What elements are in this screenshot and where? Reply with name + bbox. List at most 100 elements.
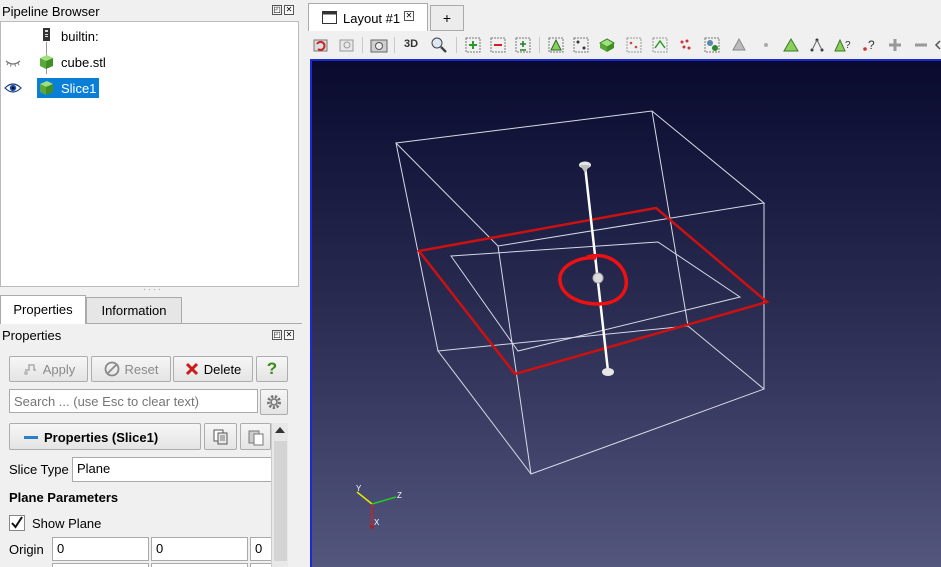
- paste-icon: [248, 430, 263, 445]
- find-points-icon[interactable]: ?: [860, 36, 878, 54]
- green-cube-icon: [40, 55, 53, 69]
- copy-properties-button[interactable]: [204, 423, 237, 450]
- help-button[interactable]: ?: [256, 356, 288, 382]
- delete-icon: [185, 362, 198, 376]
- pipeline-item-builtin[interactable]: builtin:: [1, 26, 300, 46]
- pipeline-item-label: builtin:: [61, 29, 99, 44]
- toolbar-separator: [456, 37, 457, 53]
- find-cells-icon[interactable]: ?: [833, 36, 851, 54]
- copy-icon: [213, 429, 227, 444]
- axis-tip: [370, 525, 374, 529]
- interactive-select-icon[interactable]: [676, 36, 694, 54]
- properties-scrollbar[interactable]: [271, 423, 288, 567]
- apply-label: Apply: [42, 361, 76, 377]
- reset-label: Reset: [124, 361, 159, 377]
- pipeline-item-cube-stl[interactable]: cube.stl: [1, 52, 300, 72]
- normal-handle-bottom[interactable]: [602, 368, 614, 376]
- hover-cells-icon[interactable]: [730, 36, 748, 54]
- 3d-toggle-button[interactable]: 3D: [404, 38, 418, 50]
- box-top-face: [394, 110, 766, 247]
- slice-type-value: Plane: [77, 461, 111, 476]
- plane-parameters-heading: Plane Parameters: [9, 490, 119, 505]
- orientation-axes: Y Z X: [356, 484, 402, 529]
- normal-z-field[interactable]: [250, 563, 271, 567]
- layout-tab-label: Layout #1: [343, 11, 401, 26]
- reset-icon: [104, 361, 119, 377]
- scroll-up-arrow-icon[interactable]: [275, 427, 285, 433]
- origin-x-field[interactable]: 0: [52, 537, 149, 561]
- normal-handle-cone-top: [580, 165, 590, 173]
- normal-x-field[interactable]: [52, 563, 149, 567]
- chevron-icon[interactable]: [934, 36, 941, 54]
- apply-button[interactable]: Apply: [9, 356, 88, 382]
- polygon-select-icon[interactable]: [625, 36, 643, 54]
- pick-icon[interactable]: [757, 36, 775, 54]
- grow-selection-icon[interactable]: [514, 36, 532, 54]
- origin-label: Origin: [9, 542, 44, 557]
- tab-information[interactable]: Information: [86, 297, 182, 324]
- slice-type-select[interactable]: Plane: [72, 457, 271, 482]
- eye-closed-icon[interactable]: [4, 55, 22, 69]
- advanced-settings-button[interactable]: [260, 389, 288, 415]
- float-icon[interactable]: ◰: [272, 5, 282, 15]
- origin-y-field[interactable]: 0: [151, 537, 248, 561]
- selected-highlight[interactable]: Slice1: [37, 78, 99, 98]
- origin-z-field[interactable]: 0: [250, 537, 271, 561]
- plane-normal-arrow[interactable]: [583, 165, 610, 372]
- select-cells-on-icon[interactable]: [464, 36, 482, 54]
- float-icon[interactable]: ◰: [272, 330, 282, 340]
- paste-properties-button[interactable]: [240, 423, 271, 450]
- properties-title: Properties: [2, 328, 62, 343]
- pipeline-tree: builtin: cube.stl Slice1: [0, 21, 299, 287]
- deselect-icon[interactable]: [489, 36, 507, 54]
- origin-x-value: 0: [57, 541, 65, 556]
- triangle-icon[interactable]: [782, 36, 800, 54]
- checkmark-icon: [11, 516, 23, 529]
- scene-graphics: Y Z X: [356, 110, 770, 529]
- pipeline-dock-buttons: ◰ ✕: [272, 5, 294, 15]
- 3d-viewport[interactable]: Y Z X: [310, 59, 941, 567]
- reset-camera-icon[interactable]: [312, 36, 330, 54]
- splitter-handle[interactable]: · · · ·: [142, 286, 162, 294]
- plane-origin-handle[interactable]: [592, 272, 604, 284]
- search-input[interactable]: [9, 389, 258, 413]
- properties-section-header[interactable]: Properties (Slice1): [9, 423, 201, 450]
- view-toolbar: 3D ? ?: [306, 32, 941, 58]
- pipeline-browser-title: Pipeline Browser: [2, 4, 100, 19]
- minus-icon[interactable]: [912, 36, 930, 54]
- show-plane-checkbox[interactable]: [9, 515, 25, 531]
- close-icon[interactable]: ✕: [284, 330, 294, 340]
- green-cube-icon: [40, 81, 53, 95]
- hover-points-icon[interactable]: [703, 36, 721, 54]
- close-tab-icon[interactable]: ✕: [404, 11, 414, 21]
- left-panel: Pipeline Browser ◰ ✕ builtin: cube.stl S…: [0, 0, 303, 567]
- close-icon[interactable]: ✕: [284, 5, 294, 15]
- select-points-through-icon[interactable]: [651, 36, 669, 54]
- eye-open-icon[interactable]: [4, 81, 22, 95]
- zoom-box-icon[interactable]: [430, 36, 448, 54]
- delete-label: Delete: [203, 361, 242, 377]
- select-block-icon[interactable]: [598, 36, 616, 54]
- tab-layout-1[interactable]: Layout #1 ✕: [308, 3, 428, 31]
- slice-type-label: Slice Type: [9, 462, 69, 477]
- z-axis-label: Z: [397, 491, 402, 500]
- pipeline-item-label: cube.stl: [61, 55, 106, 70]
- origin-y-value: 0: [156, 541, 164, 556]
- gear-icon: [267, 395, 281, 409]
- y-axis-label: Y: [356, 484, 362, 493]
- pipeline-item-slice1[interactable]: Slice1: [1, 78, 300, 98]
- new-layout-tab-button[interactable]: +: [430, 5, 464, 31]
- reset-button[interactable]: Reset: [91, 356, 171, 382]
- plus-icon[interactable]: [886, 36, 904, 54]
- normal-y-field[interactable]: [151, 563, 248, 567]
- properties-dock-buttons: ◰ ✕: [272, 330, 294, 340]
- zoom-to-data-icon[interactable]: [338, 36, 356, 54]
- screenshot-icon[interactable]: [370, 36, 388, 54]
- select-cells-through-icon[interactable]: [572, 36, 590, 54]
- apply-icon: [23, 364, 36, 375]
- select-points-icon[interactable]: [547, 36, 565, 54]
- scroll-thumb[interactable]: [274, 441, 287, 561]
- tab-properties[interactable]: Properties: [0, 295, 86, 324]
- delete-button[interactable]: Delete: [173, 356, 253, 382]
- point-cloud-icon[interactable]: [808, 36, 826, 54]
